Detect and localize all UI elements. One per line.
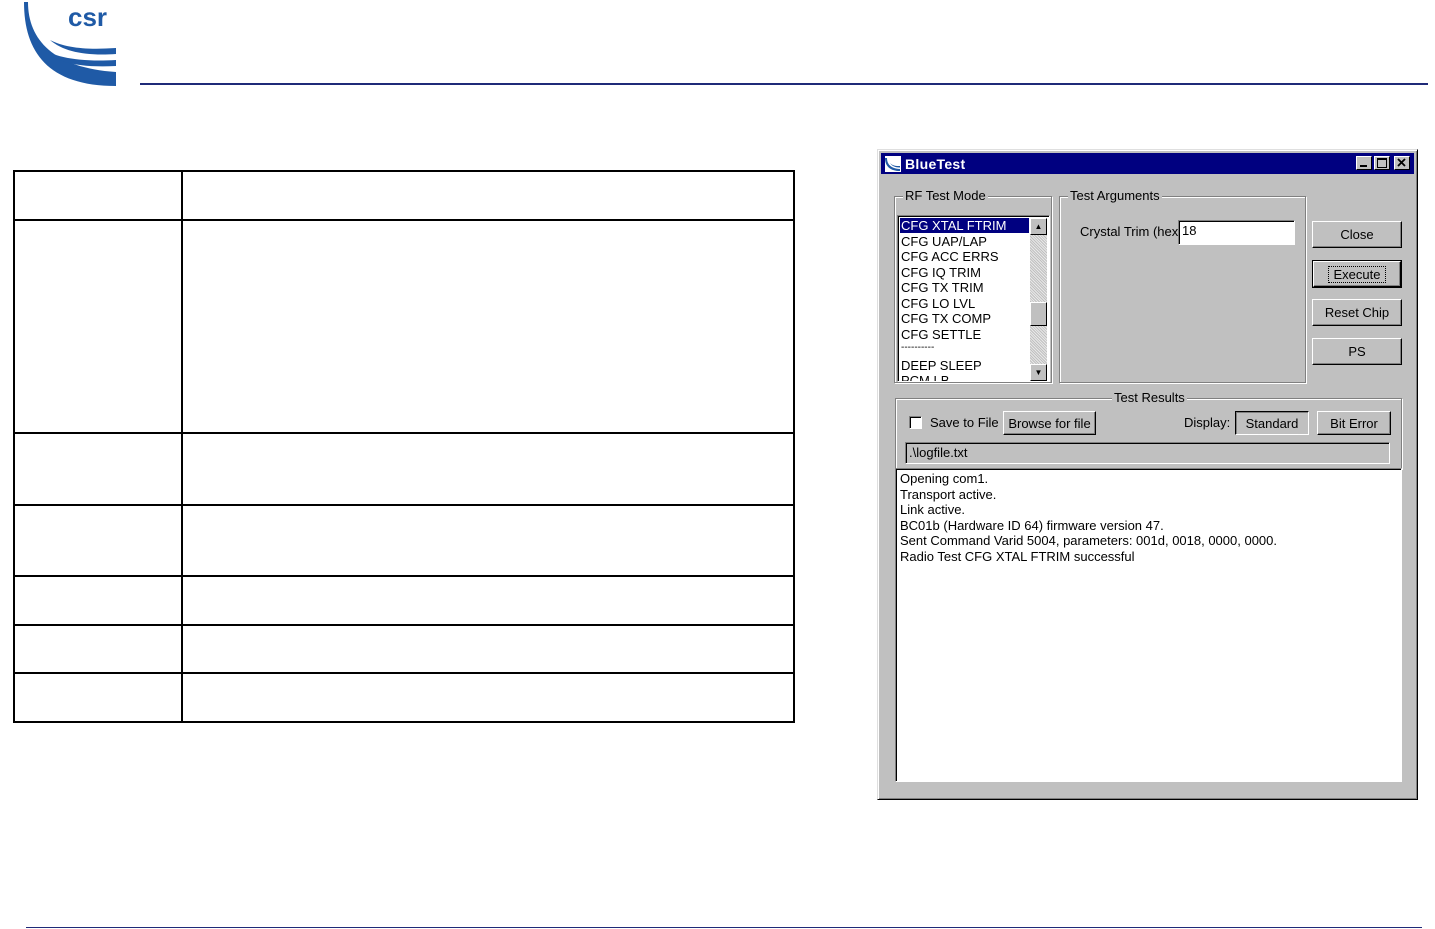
footer-rule — [26, 927, 1422, 928]
list-item-cfg-xtal-ftrim[interactable]: CFG XTAL FTRIM — [900, 218, 1029, 233]
save-to-file-label: Save to File — [930, 415, 999, 430]
logo-text: csr — [68, 2, 107, 32]
table-row — [13, 504, 795, 577]
close-window-button[interactable] — [1394, 156, 1410, 170]
arrow-up-icon: ▲ — [1034, 222, 1043, 231]
log-line: Link active. — [900, 502, 966, 517]
crystal-trim-label: Crystal Trim (hex) — [1080, 224, 1183, 239]
maximize-button[interactable] — [1374, 156, 1390, 170]
browse-for-file-button[interactable]: Browse for file — [1003, 411, 1096, 435]
bit-error-button-label: Bit Error — [1330, 415, 1378, 431]
log-file-path-field[interactable]: .\logfile.txt — [905, 442, 1390, 464]
standard-button-label: Standard — [1245, 415, 1299, 431]
table-row — [13, 624, 795, 674]
document-table — [13, 170, 795, 723]
list-item[interactable]: CFG IQ TRIM — [900, 265, 1029, 280]
scroll-down-button[interactable]: ▼ — [1030, 364, 1047, 381]
list-item[interactable]: CFG LO LVL — [900, 296, 1029, 311]
standard-toggle-button[interactable]: Standard — [1235, 411, 1309, 435]
title-bar[interactable]: BlueTest — [881, 153, 1414, 174]
rf-test-mode-legend: RF Test Mode — [903, 188, 988, 203]
list-item[interactable]: CFG UAP/LAP — [900, 234, 1029, 249]
execute-button[interactable]: Execute — [1312, 260, 1402, 288]
minimize-button[interactable] — [1356, 156, 1372, 170]
list-item[interactable]: PCM LB — [900, 373, 1029, 381]
log-line: BC01b (Hardware ID 64) firmware version … — [900, 517, 1164, 533]
rf-test-mode-list[interactable]: CFG XTAL FTRIM CFG UAP/LAP CFG ACC ERRS … — [897, 215, 1050, 382]
close-button-label: Close — [1340, 227, 1374, 242]
table-row — [13, 575, 795, 626]
scroll-thumb[interactable] — [1030, 302, 1047, 326]
maximize-icon — [1377, 158, 1387, 168]
minimize-icon — [1360, 165, 1367, 167]
bit-error-toggle-button[interactable]: Bit Error — [1317, 411, 1391, 435]
list-item[interactable]: DEEP SLEEP — [900, 358, 1029, 373]
output-log[interactable]: Opening com1. Transport active. Link act… — [895, 468, 1402, 782]
table-row — [13, 219, 795, 434]
list-scrollbar[interactable]: ▲ ▼ — [1030, 218, 1047, 381]
test-arguments-legend: Test Arguments — [1068, 188, 1162, 203]
table-row — [13, 432, 795, 506]
scroll-up-button[interactable]: ▲ — [1030, 218, 1047, 235]
table-row — [13, 672, 795, 723]
log-line: Opening com1. — [900, 471, 989, 486]
list-item[interactable]: CFG ACC ERRS — [900, 249, 1029, 264]
display-label: Display: — [1184, 415, 1231, 430]
log-line: Sent Command Varid 5004, parameters: 001… — [900, 533, 1278, 548]
list-item[interactable]: CFG TX TRIM — [900, 280, 1029, 295]
execute-button-label: Execute — [1327, 265, 1387, 283]
close-button[interactable]: Close — [1312, 221, 1402, 248]
ps-button[interactable]: PS — [1312, 338, 1402, 365]
header-rule — [140, 83, 1428, 85]
reset-chip-button-label: Reset Chip — [1324, 305, 1390, 320]
log-line: Transport active. — [900, 486, 997, 502]
list-item[interactable]: CFG TX COMP — [900, 311, 1029, 326]
arrow-down-icon: ▼ — [1034, 368, 1043, 377]
log-line: Radio Test CFG XTAL FTRIM successful — [900, 548, 1135, 564]
ps-button-label: PS — [1348, 344, 1366, 359]
crystal-trim-input[interactable]: 18 — [1178, 220, 1295, 245]
bluetest-app-icon — [885, 155, 901, 172]
save-to-file-checkbox[interactable] — [909, 416, 922, 429]
test-results-legend: Test Results — [1112, 390, 1187, 405]
csr-logo: csr — [24, 2, 116, 86]
browse-button-label: Browse for file — [1008, 415, 1091, 431]
list-separator: ---------- — [901, 342, 935, 353]
table-row — [13, 170, 795, 221]
close-icon — [1397, 158, 1406, 167]
reset-chip-button[interactable]: Reset Chip — [1312, 299, 1402, 326]
window-title: BlueTest — [905, 155, 966, 172]
